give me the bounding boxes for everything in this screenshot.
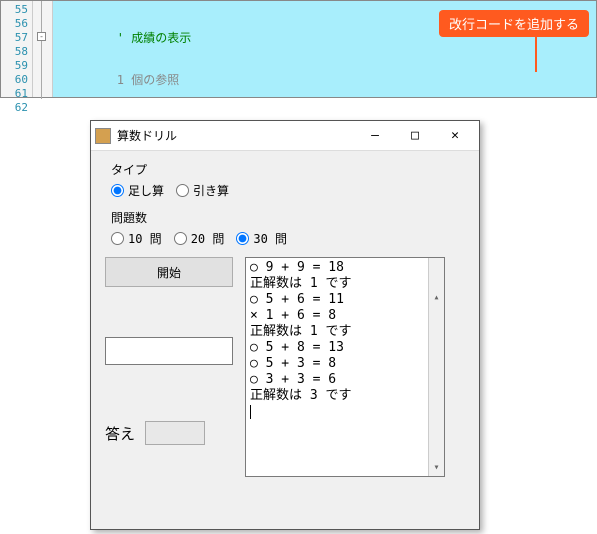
comment: ' 成績の表示	[117, 31, 191, 45]
input-box[interactable]	[105, 337, 233, 365]
radio-30[interactable]: 30 問	[236, 230, 287, 247]
line-num: 60	[1, 73, 32, 87]
radio-label: 20 問	[191, 230, 225, 247]
radio-label: 10 問	[128, 230, 162, 247]
radio-input[interactable]	[236, 232, 249, 245]
maximize-button[interactable]: □	[395, 122, 435, 150]
answer-label: 答え	[105, 423, 135, 444]
radio-addition[interactable]: 足し算	[111, 182, 164, 199]
output-text: ○ 9 + 9 = 18 正解数は 1 です ○ 5 + 6 = 11 × 1 …	[250, 260, 351, 403]
radio-label: 引き算	[193, 182, 229, 199]
radio-subtraction[interactable]: 引き算	[176, 182, 229, 199]
code-line: 1 個の参照	[57, 73, 596, 87]
main-area: 開始 答え ○ 9 + 9 = 18 正解数は 1 です ○ 5 + 6 = 1…	[105, 257, 465, 477]
window-title: 算数ドリル	[117, 127, 355, 144]
app-window: 算数ドリル — □ ✕ タイプ 足し算 引き算 問題数 10 問 20 問 30…	[90, 120, 480, 530]
radio-10[interactable]: 10 問	[111, 230, 162, 247]
line-number-gutter: 55 56 57 58 59 60 61 62	[1, 1, 33, 97]
answer-row: 答え	[105, 421, 235, 445]
type-radio-group: 足し算 引き算	[111, 182, 465, 199]
annotation-callout: 改行コードを追加する	[439, 10, 589, 37]
scroll-up-icon[interactable]: ▴	[429, 290, 444, 306]
line-num: 57	[1, 31, 32, 45]
line-num: 55	[1, 3, 32, 17]
start-button[interactable]: 開始	[105, 257, 233, 287]
app-icon	[95, 128, 111, 144]
titlebar[interactable]: 算数ドリル — □ ✕	[91, 121, 479, 151]
scroll-down-icon[interactable]: ▾	[429, 460, 444, 476]
line-num: 59	[1, 59, 32, 73]
fold-collapse-icon[interactable]: -	[37, 32, 46, 41]
radio-20[interactable]: 20 問	[174, 230, 225, 247]
radio-input[interactable]	[176, 184, 189, 197]
count-group-label: 問題数	[111, 209, 465, 226]
radio-label: 足し算	[128, 182, 164, 199]
count-radio-group: 10 問 20 問 30 問	[111, 230, 465, 247]
minimize-button[interactable]: —	[355, 122, 395, 150]
scrollbar[interactable]: ▴ ▾	[428, 258, 444, 476]
close-button[interactable]: ✕	[435, 122, 475, 150]
radio-input[interactable]	[111, 232, 124, 245]
line-num: 56	[1, 17, 32, 31]
radio-input[interactable]	[111, 184, 124, 197]
radio-input[interactable]	[174, 232, 187, 245]
radio-label: 30 問	[253, 230, 287, 247]
type-group-label: タイプ	[111, 161, 465, 178]
line-num: 58	[1, 45, 32, 59]
line-num: 62	[1, 101, 32, 115]
output-box[interactable]: ○ 9 + 9 = 18 正解数は 1 です ○ 5 + 6 = 11 × 1 …	[245, 257, 445, 477]
line-num: 61	[1, 87, 32, 101]
reference-count: 1 個の参照	[117, 73, 179, 87]
text-caret	[250, 405, 251, 419]
client-area: タイプ 足し算 引き算 問題数 10 問 20 問 30 問 開始 答え ○ 9…	[91, 151, 479, 487]
answer-display	[145, 421, 205, 445]
left-column: 開始 答え	[105, 257, 235, 477]
fold-gutter: -	[33, 1, 53, 97]
fold-line	[41, 1, 42, 99]
annotation-pointer	[535, 32, 537, 72]
